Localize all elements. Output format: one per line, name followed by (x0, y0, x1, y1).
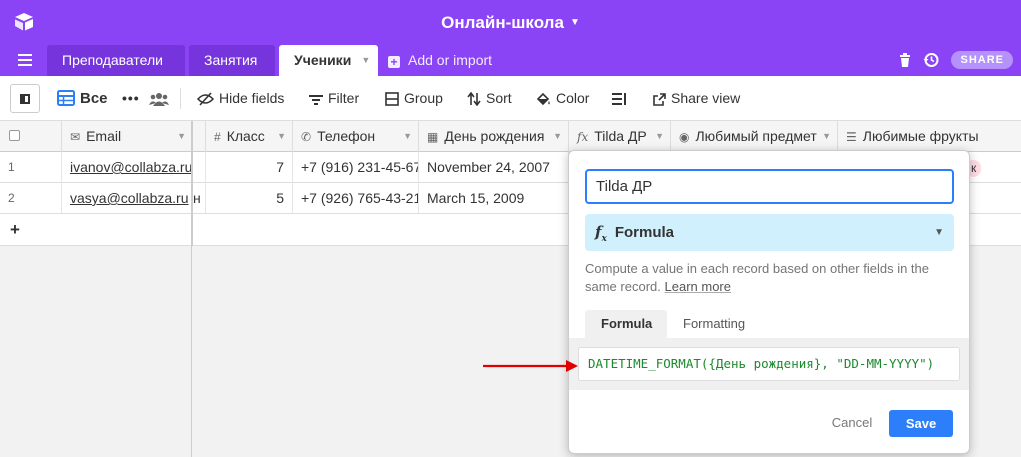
partial-cell[interactable] (193, 152, 206, 183)
table-tab-bar: Преподаватели Занятия Ученики ▼ + Add or i… (0, 45, 1021, 76)
single-select-icon: ◉ (679, 130, 690, 144)
number-icon: # (214, 130, 221, 144)
row-height-icon (612, 93, 626, 105)
top-bar: Онлайн-школа ▼ (0, 0, 1021, 45)
view-toolbar: Все ••• Hide fields Filter Group Sort Co… (0, 76, 1021, 121)
frozen-column-divider[interactable] (191, 121, 193, 246)
row-number: 1 (0, 152, 62, 183)
plus-icon: + (388, 56, 400, 68)
column-header-email[interactable]: ✉ Email ▼ (62, 121, 193, 152)
paint-bucket-icon (536, 92, 550, 106)
class-cell[interactable]: 5 (206, 183, 293, 214)
hide-eye-icon (196, 92, 215, 106)
view-switcher[interactable]: Все (57, 76, 108, 121)
menu-icon[interactable] (18, 54, 32, 66)
toolbar-divider (180, 88, 181, 109)
formula-icon: fx (577, 130, 589, 144)
phone-icon: ✆ (301, 130, 312, 144)
sidebar-icon (20, 94, 30, 104)
sort-icon (467, 91, 481, 107)
class-cell[interactable]: 7 (206, 152, 293, 183)
sort-button[interactable]: Sort (467, 76, 512, 121)
chevron-down-icon[interactable]: ▼ (361, 55, 370, 65)
formula-input[interactable]: DATETIME_FORMAT({День рождения}, "DD-MM-… (578, 347, 960, 381)
header-row: ✉ Email ▼ # Класс ▼ ✆ Телефон ▼ ▦ День рождения… (0, 121, 1021, 152)
tab-formatting[interactable]: Formatting (667, 310, 761, 338)
tab-students[interactable]: Ученики ▼ (279, 45, 378, 76)
column-header-class[interactable]: # Класс ▼ (206, 121, 293, 152)
formula-panel: DATETIME_FORMAT({День рождения}, "DD-MM-… (569, 338, 969, 390)
field-type-select[interactable]: fx Formula ▼ (585, 214, 954, 251)
chevron-down-icon[interactable]: ▼ (177, 121, 186, 152)
column-header-tilda-dr[interactable]: fx Tilda ДР ▼ (569, 121, 671, 152)
email-cell[interactable]: vasya@collabza.ru (62, 183, 193, 214)
grid-empty-area (0, 246, 192, 457)
filter-button[interactable]: Filter (309, 76, 359, 121)
add-or-import-button[interactable]: + Add or import (388, 45, 492, 76)
top-right-actions: SHARE (899, 50, 1013, 70)
formula-icon: fx (595, 223, 607, 244)
chevron-down-icon: ▼ (569, 17, 580, 28)
share-button[interactable]: SHARE (951, 51, 1013, 69)
group-icon (385, 92, 399, 106)
phone-cell[interactable]: +7 (916) 231-45-67 (293, 152, 419, 183)
field-type-description: Compute a value in each record based on … (585, 261, 929, 294)
phone-cell[interactable]: +7 (926) 765-43-21 (293, 183, 419, 214)
email-cell[interactable]: ivanov@collabza.ru (62, 152, 193, 183)
chevron-down-icon[interactable]: ▼ (277, 121, 286, 152)
group-button[interactable]: Group (385, 76, 443, 121)
column-header-partial (193, 121, 206, 152)
collaborators-icon[interactable] (149, 76, 174, 121)
share-view-button[interactable]: Share view (653, 76, 740, 121)
field-name-input[interactable]: Tilda ДР (585, 169, 954, 204)
column-header-phone[interactable]: ✆ Телефон ▼ (293, 121, 419, 152)
birthday-cell[interactable]: March 15, 2009 (419, 183, 569, 214)
tab-lessons[interactable]: Занятия (189, 45, 275, 76)
row-number: 2 (0, 183, 62, 214)
chevron-down-icon[interactable]: ▼ (553, 121, 562, 152)
save-button[interactable]: Save (889, 410, 953, 437)
multi-select-icon: ☰ (846, 130, 857, 144)
tab-formula[interactable]: Formula (585, 310, 667, 338)
share-external-icon (653, 93, 666, 106)
select-all-header (0, 121, 62, 152)
field-config-dialog: Tilda ДР fx Formula ▼ Compute a value in e… (568, 150, 970, 454)
grid-view-icon (57, 90, 75, 106)
trash-icon[interactable] (899, 53, 911, 67)
column-header-birthday[interactable]: ▦ День рождения ▼ (419, 121, 569, 152)
email-icon: ✉ (70, 130, 81, 144)
view-name: Все (80, 90, 108, 107)
hide-fields-button[interactable]: Hide fields (196, 76, 284, 121)
tab-teachers[interactable]: Преподаватели (47, 45, 185, 76)
color-button[interactable]: Color (536, 76, 589, 121)
plus-icon: + (10, 220, 20, 239)
row-height-button[interactable] (612, 76, 631, 121)
column-header-favorite-subject[interactable]: ◉ Любимый предмет ▼ (671, 121, 838, 152)
column-header-favorite-fruits[interactable]: ☰ Любимые фрукты (838, 121, 1021, 152)
chevron-down-icon[interactable]: ▼ (403, 121, 412, 152)
partial-cell[interactable]: н (193, 183, 206, 214)
toggle-sidebar-button[interactable] (10, 84, 40, 113)
chevron-down-icon[interactable]: ▼ (655, 121, 664, 152)
base-title[interactable]: Онлайн-школа ▼ (0, 13, 1021, 33)
cancel-button[interactable]: Cancel (827, 410, 877, 436)
calendar-icon: ▦ (427, 130, 439, 144)
learn-more-link[interactable]: Learn more (665, 279, 731, 294)
annotation-arrow-icon (483, 360, 578, 372)
chevron-down-icon[interactable]: ▼ (822, 121, 831, 152)
select-all-checkbox[interactable] (9, 130, 20, 141)
more-options-icon[interactable]: ••• (122, 76, 140, 121)
birthday-cell[interactable]: November 24, 2007 (419, 152, 569, 183)
filter-icon (309, 95, 323, 105)
history-icon[interactable] (923, 52, 939, 68)
chevron-down-icon: ▼ (934, 227, 944, 238)
